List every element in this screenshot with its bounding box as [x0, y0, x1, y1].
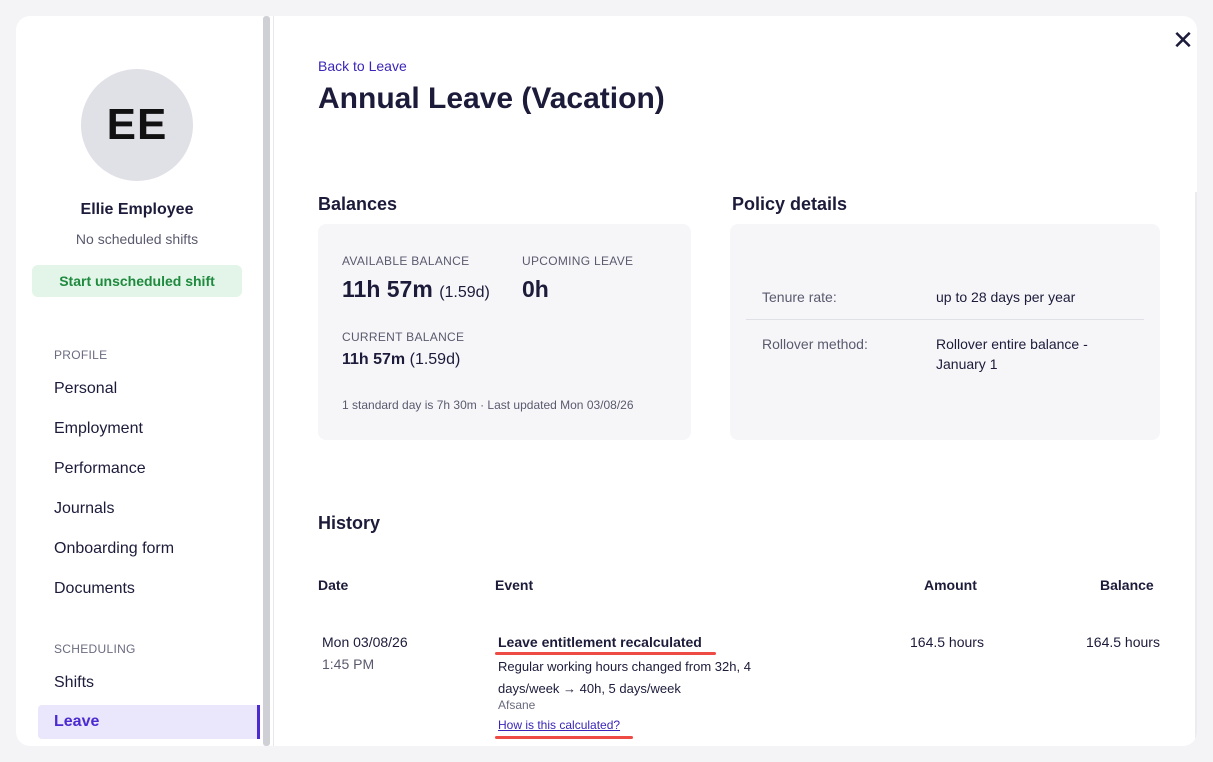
sidebar-item-journals[interactable]: Journals [54, 500, 114, 518]
upcoming-leave-label: UPCOMING LEAVE [522, 254, 634, 268]
event-author: Afsane [498, 698, 536, 712]
policy-heading: Policy details [732, 194, 848, 214]
sidebar-item-onboarding-form[interactable]: Onboarding form [54, 540, 174, 558]
active-indicator [257, 705, 260, 739]
sidebar-item-leave-label: Leave [54, 713, 100, 730]
row-time: 1:45 PM [322, 656, 375, 672]
policy-card: Tenure rate: up to 28 days per year Roll… [730, 224, 1160, 440]
rollover-method-value: Rollover entire balance - January 1 [936, 336, 1088, 372]
available-balance-value: 11h 57m (1.59d) [342, 276, 490, 302]
current-balance-days: (1.59d) [409, 351, 461, 368]
row-balance: 164.5 hours [1086, 634, 1160, 650]
row-amount: 164.5 hours [910, 634, 984, 650]
event-title: Leave entitlement recalculated [498, 634, 702, 650]
column-amount: Amount [924, 577, 977, 593]
balances-heading: Balances [318, 194, 398, 214]
page-title: Annual Leave (Vacation) [318, 82, 665, 115]
event-description: Regular working hours changed from 32h, … [498, 659, 751, 696]
row-date: Mon 03/08/26 [322, 634, 408, 650]
annotation-underline [495, 652, 716, 655]
sidebar-item-employment[interactable]: Employment [54, 420, 143, 438]
available-balance-days: (1.59d) [439, 284, 490, 301]
annotation-underline [495, 736, 633, 739]
current-balance-value: 11h 57m (1.59d) [342, 351, 461, 368]
tenure-rate-label: Tenure rate: [762, 289, 837, 305]
upcoming-leave-value: 0h [522, 276, 549, 302]
balances-card: AVAILABLE BALANCE 11h 57m (1.59d) UPCOMI… [318, 224, 691, 440]
column-date: Date [318, 577, 349, 593]
tenure-rate-value: up to 28 days per year [936, 289, 1076, 305]
column-event: Event [495, 577, 534, 593]
start-unscheduled-shift-button[interactable]: Start unscheduled shift [32, 265, 242, 297]
sidebar-item-performance[interactable]: Performance [54, 460, 146, 478]
sidebar: EE Ellie Employee No scheduled shifts St… [16, 16, 262, 746]
avatar: EE [81, 69, 193, 181]
profile-section-label: PROFILE [54, 348, 108, 362]
back-to-leave-link[interactable]: Back to Leave [318, 58, 407, 74]
sidebar-divider [273, 16, 274, 746]
how-calculated-link[interactable]: How is this calculated? [498, 718, 620, 732]
sidebar-item-personal[interactable]: Personal [54, 380, 117, 398]
employee-name: Ellie Employee [80, 201, 194, 218]
column-balance: Balance [1100, 577, 1154, 593]
close-icon[interactable]: ✕ [1171, 27, 1195, 53]
sidebar-scrollbar[interactable] [263, 16, 270, 746]
available-balance-label: AVAILABLE BALANCE [342, 254, 470, 268]
rollover-method-label: Rollover method: [762, 336, 868, 352]
content-edge [1195, 192, 1197, 746]
sidebar-item-documents[interactable]: Documents [54, 580, 135, 598]
history-heading: History [318, 513, 381, 533]
sidebar-item-shifts[interactable]: Shifts [54, 674, 94, 692]
employee-modal: EE Ellie Employee No scheduled shifts St… [16, 16, 1197, 746]
balance-footnote: 1 standard day is 7h 30m · Last updated … [342, 398, 634, 412]
policy-divider [746, 319, 1144, 320]
employee-status: No scheduled shifts [75, 231, 199, 247]
scheduling-section-label: SCHEDULING [54, 642, 136, 656]
current-balance-label: CURRENT BALANCE [342, 330, 465, 344]
